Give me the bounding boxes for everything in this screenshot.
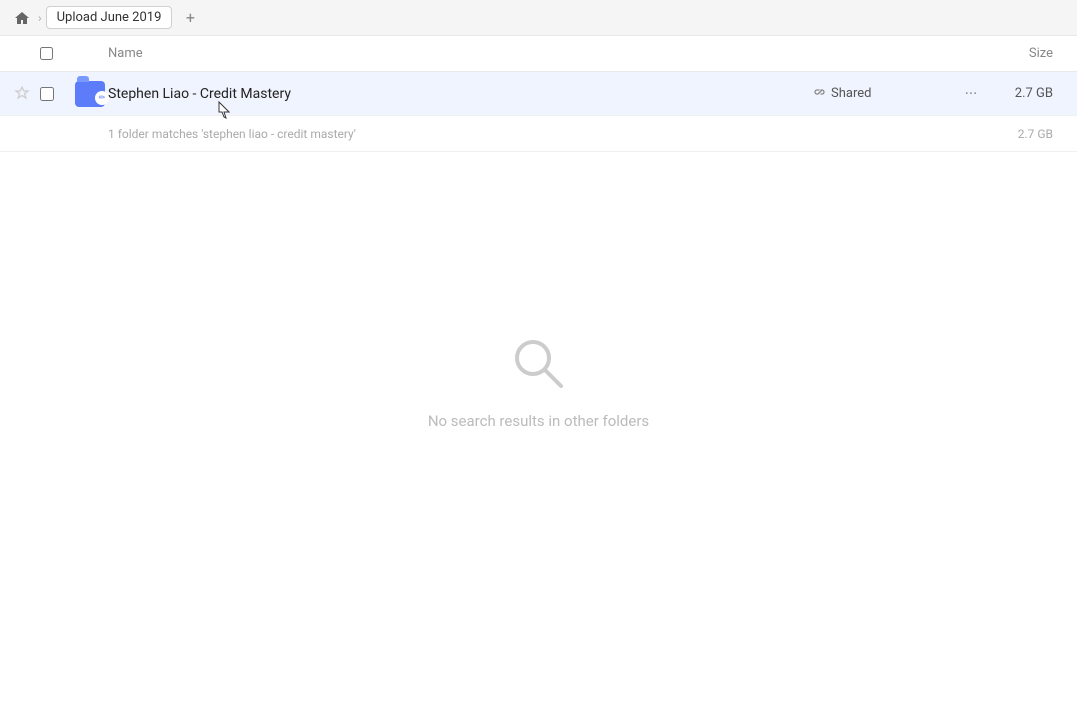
empty-state-text: No search results in other folders bbox=[428, 412, 649, 430]
more-options-button[interactable]: ··· bbox=[953, 76, 989, 112]
home-icon bbox=[14, 10, 30, 26]
star-icon bbox=[14, 86, 30, 102]
link-icon bbox=[813, 85, 827, 103]
checkbox-column-header bbox=[40, 47, 72, 60]
row-checkbox-cell bbox=[40, 87, 72, 101]
home-button[interactable] bbox=[8, 4, 36, 32]
breadcrumb-tab[interactable]: Upload June 2019 bbox=[46, 6, 173, 29]
header-bar: › Upload June 2019 + bbox=[0, 0, 1077, 36]
pen-icon: ✏ bbox=[95, 91, 109, 105]
breadcrumb-title: Upload June 2019 bbox=[57, 10, 162, 25]
empty-state: No search results in other folders bbox=[0, 152, 1077, 430]
add-tab-icon: + bbox=[186, 8, 195, 27]
folder-icon: ✏ bbox=[75, 81, 105, 107]
match-size: 2.7 GB bbox=[989, 127, 1069, 141]
shared-badge[interactable]: Shared bbox=[813, 85, 953, 103]
name-column-header[interactable]: Name bbox=[108, 46, 813, 61]
row-checkbox[interactable] bbox=[40, 87, 54, 101]
size-column-header[interactable]: Size bbox=[989, 46, 1069, 61]
folder-icon-cell: ✏ bbox=[72, 81, 108, 107]
match-summary-row: 1 folder matches 'stephen liao - credit … bbox=[0, 116, 1077, 152]
file-size-cell: 2.7 GB bbox=[989, 86, 1069, 101]
star-cell bbox=[8, 80, 40, 108]
search-icon-large bbox=[507, 332, 571, 396]
add-tab-button[interactable]: + bbox=[178, 6, 202, 30]
star-button[interactable] bbox=[8, 80, 36, 108]
select-all-checkbox[interactable] bbox=[40, 47, 53, 60]
shared-label: Shared bbox=[831, 86, 871, 101]
file-name-cell[interactable]: Stephen Liao - Credit Mastery bbox=[108, 86, 813, 102]
match-text: 1 folder matches 'stephen liao - credit … bbox=[8, 127, 989, 141]
file-row[interactable]: ✏ Stephen Liao - Credit Mastery Shared ·… bbox=[0, 72, 1077, 116]
breadcrumb-chevron: › bbox=[38, 11, 42, 25]
column-header-row: Name Size bbox=[0, 36, 1077, 72]
